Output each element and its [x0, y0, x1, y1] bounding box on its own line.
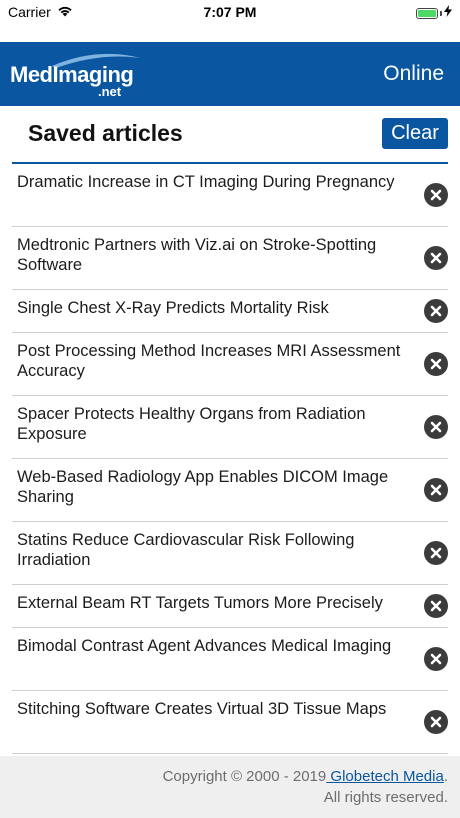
article-title[interactable]: Spacer Protects Healthy Organs from Radi…	[17, 404, 409, 444]
remove-article-button[interactable]	[424, 183, 448, 207]
close-circle-icon	[430, 189, 442, 201]
close-circle-icon	[430, 252, 442, 264]
status-time: 7:07 PM	[203, 4, 257, 20]
copyright-period: .	[443, 768, 448, 785]
saved-articles-list: Dramatic Increase in CT Imaging During P…	[12, 164, 448, 754]
connection-status: Online	[383, 62, 444, 85]
title-row: Saved articles Clear	[12, 106, 448, 164]
remove-article-button[interactable]	[424, 710, 448, 734]
article-title[interactable]: Medtronic Partners with Viz.ai on Stroke…	[17, 235, 409, 275]
remove-article-button[interactable]	[424, 478, 448, 502]
globetech-media-link[interactable]: Globetech Media	[326, 768, 443, 785]
footer: Copyright © 2000 - 2019 Globetech Media.…	[0, 756, 460, 818]
close-circle-icon	[430, 421, 442, 433]
remove-article-button[interactable]	[424, 647, 448, 671]
close-circle-icon	[430, 358, 442, 370]
bolt-icon	[444, 4, 452, 22]
close-circle-icon	[430, 305, 442, 317]
copyright-text: Copyright © 2000 - 2019	[162, 768, 327, 785]
battery-indicator	[416, 4, 452, 22]
remove-article-button[interactable]	[424, 415, 448, 439]
article-title[interactable]: Post Processing Method Increases MRI Ass…	[17, 341, 409, 381]
clear-button[interactable]: Clear	[382, 118, 448, 149]
article-item[interactable]: Stitching Software Creates Virtual 3D Ti…	[12, 691, 448, 754]
battery-icon	[416, 7, 438, 19]
status-bar: Carrier 7:07 PM	[0, 0, 460, 42]
article-title[interactable]: Statins Reduce Cardiovascular Risk Follo…	[17, 530, 409, 570]
footer-copyright-line: Copyright © 2000 - 2019 Globetech Media.	[163, 768, 448, 785]
app-header: MedImaging .net Online	[0, 42, 460, 106]
article-title[interactable]: Dramatic Increase in CT Imaging During P…	[17, 172, 409, 192]
article-item[interactable]: External Beam RT Targets Tumors More Pre…	[12, 585, 448, 628]
remove-article-button[interactable]	[424, 352, 448, 376]
close-circle-icon	[430, 484, 442, 496]
article-item[interactable]: Statins Reduce Cardiovascular Risk Follo…	[12, 522, 448, 585]
article-title[interactable]: Stitching Software Creates Virtual 3D Ti…	[17, 699, 409, 719]
article-title[interactable]: External Beam RT Targets Tumors More Pre…	[17, 593, 409, 613]
close-circle-icon	[430, 653, 442, 665]
article-item[interactable]: Post Processing Method Increases MRI Ass…	[12, 333, 448, 396]
battery-tip	[440, 10, 442, 16]
article-title[interactable]: Web-Based Radiology App Enables DICOM Im…	[17, 467, 409, 507]
article-item[interactable]: Dramatic Increase in CT Imaging During P…	[12, 164, 448, 227]
article-item[interactable]: Web-Based Radiology App Enables DICOM Im…	[12, 459, 448, 522]
close-circle-icon	[430, 600, 442, 612]
close-circle-icon	[430, 547, 442, 559]
remove-article-button[interactable]	[424, 541, 448, 565]
remove-article-button[interactable]	[424, 594, 448, 618]
remove-article-button[interactable]	[424, 246, 448, 270]
logo-subtext: .net	[98, 84, 122, 99]
article-title[interactable]: Single Chest X-Ray Predicts Mortality Ri…	[17, 298, 409, 318]
medimaging-logo[interactable]: MedImaging .net	[10, 50, 142, 100]
remove-article-button[interactable]	[424, 299, 448, 323]
article-item[interactable]: Medtronic Partners with Viz.ai on Stroke…	[12, 227, 448, 290]
article-item[interactable]: Single Chest X-Ray Predicts Mortality Ri…	[12, 290, 448, 333]
article-item[interactable]: Bimodal Contrast Agent Advances Medical …	[12, 628, 448, 691]
close-circle-icon	[430, 716, 442, 728]
battery-fill	[418, 9, 436, 17]
rights-text: All rights reserved.	[323, 789, 448, 806]
article-item[interactable]: Spacer Protects Healthy Organs from Radi…	[12, 396, 448, 459]
article-title[interactable]: Bimodal Contrast Agent Advances Medical …	[17, 636, 409, 656]
app-screen: Carrier 7:07 PM MedImaging .net Online S…	[0, 0, 460, 818]
page-title: Saved articles	[28, 120, 183, 146]
